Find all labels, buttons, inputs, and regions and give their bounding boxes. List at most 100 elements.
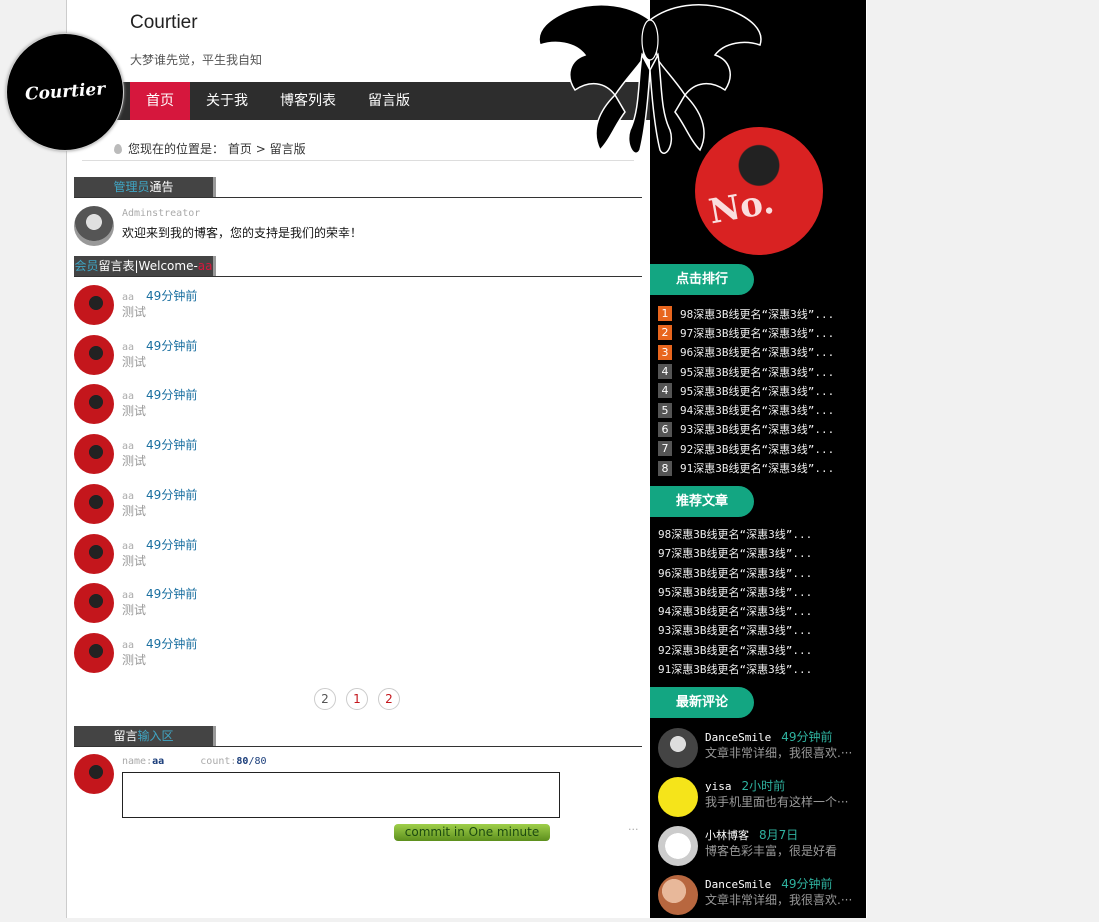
comment-time: 49分钟前 <box>781 730 833 744</box>
nav-item-guestbook[interactable]: 留言版 <box>352 82 426 120</box>
message-meta: aa 49分钟前 <box>122 337 197 354</box>
page-button[interactable]: 2 <box>378 688 400 710</box>
submit-button[interactable]: commit in One minute <box>394 824 550 841</box>
rank-number: 3 <box>658 344 672 360</box>
breadcrumb-home[interactable]: 首页 <box>228 142 252 156</box>
commenter-line: DanceSmile 49分钟前 <box>705 728 833 745</box>
admin-section-header: 管理员通告 <box>74 177 642 198</box>
recommended-item[interactable]: 95深惠3B线更名“深惠3线”... <box>658 583 858 602</box>
commenter-avatar <box>658 875 698 915</box>
logo-text: Courtier <box>24 79 106 105</box>
commenter-name: DanceSmile <box>705 878 772 891</box>
rank-number: 5 <box>658 402 672 418</box>
comment-item[interactable]: DanceSmile 49分钟前文章非常详细，我很喜欢.··· <box>658 873 866 922</box>
nav-item-about[interactable]: 关于我 <box>190 82 264 120</box>
name-label: name: <box>122 756 153 767</box>
rank-item[interactable]: 8 91深惠3B线更名“深惠3线”... <box>658 458 858 477</box>
current-user-avatar <box>74 754 114 794</box>
message-text: 测试 <box>122 404 147 419</box>
site-logo[interactable]: Courtier <box>6 33 124 151</box>
rank-item[interactable]: 3 96深惠3B线更名“深惠3线”... <box>658 343 858 362</box>
message-time: 49分钟前 <box>146 537 198 552</box>
message-item: aa 49分钟前 测试 <box>74 434 634 476</box>
message-text: 测试 <box>122 454 147 469</box>
user-avatar[interactable] <box>74 483 114 524</box>
message-item: aa 49分钟前 测试 <box>74 384 634 426</box>
message-user: aa <box>122 292 135 303</box>
comment-item[interactable]: yisa 2小时前 我手机里面也有这样一个··· <box>658 775 866 824</box>
breadcrumb: 您现在的位置是： 首页 > 留言版 <box>114 140 306 157</box>
user-avatar[interactable] <box>74 434 114 475</box>
rank-title: 95深惠3B线更名“深惠3线”... <box>680 384 835 398</box>
message-meta: aa 49分钟前 <box>122 536 197 553</box>
recommended-item[interactable]: 93深惠3B线更名“深惠3线”... <box>658 621 858 640</box>
rank-item[interactable]: 7 92深惠3B线更名“深惠3线”... <box>658 439 858 458</box>
comment-item[interactable]: 小林博客 8月7日 博客色彩丰富，很是好看 <box>658 824 866 873</box>
nav-item-blog-list[interactable]: 博客列表 <box>264 82 352 120</box>
rank-number: 6 <box>658 421 672 437</box>
count-value: 80 <box>236 756 249 767</box>
comment-item[interactable]: DanceSmile 49分钟前 文章非常详细，我很喜欢.··· <box>658 726 866 775</box>
breadcrumb-separator: > <box>255 142 266 156</box>
user-avatar[interactable] <box>74 384 114 425</box>
commenter-line: DanceSmile 49分钟前 <box>705 875 833 892</box>
message-user: aa <box>122 540 135 552</box>
recommended-header: 推荐文章 <box>650 486 754 517</box>
rank-list: 1 98深惠3B线更名“深惠3线”... 2 97深惠3B线更名“深惠3线”... 3 9… <box>658 304 858 478</box>
commenter-avatar <box>658 826 698 866</box>
rank-item[interactable]: 1 98深惠3B线更名“深惠3线”... <box>658 304 858 323</box>
rank-item[interactable]: 2 97深惠3B线更名“深惠3线”... <box>658 323 858 342</box>
commenter-avatar <box>658 728 698 768</box>
recommended-item[interactable]: 96深惠3B线更名“深惠3线”... <box>658 564 858 583</box>
message-textarea[interactable] <box>122 772 560 818</box>
site-title[interactable]: Courtier <box>130 12 198 34</box>
admin-author: Adminstreator <box>122 208 201 219</box>
member-title-highlight: 会员 <box>74 259 99 273</box>
page-button[interactable]: 2 <box>314 688 336 710</box>
rank-title: 95深惠3B线更名“深惠3线”... <box>680 365 835 379</box>
user-avatar[interactable] <box>74 533 114 574</box>
rank-item[interactable]: 4 95深惠3B线更名“深惠3线”... <box>658 362 858 381</box>
message-item: aa 49分钟前 测试 <box>74 632 634 675</box>
message-user: aa <box>122 341 135 353</box>
message-time: 49分钟前 <box>146 289 198 303</box>
user-avatar[interactable] <box>74 334 114 375</box>
breadcrumb-prefix: 您现在的位置是： <box>128 142 225 156</box>
comment-time: 49分钟前 <box>781 877 833 891</box>
member-title-user: aa <box>197 259 213 273</box>
message-item: aa 49分钟前 测试 <box>74 583 634 625</box>
admin-title-rest: 通告 <box>149 180 174 194</box>
user-avatar[interactable] <box>74 632 114 673</box>
user-avatar[interactable] <box>74 583 114 624</box>
recommended-item[interactable]: 97深惠3B线更名“深惠3线”... <box>658 544 858 563</box>
input-title-rest: 留言 <box>113 729 138 743</box>
message-time: 49分钟前 <box>146 338 198 353</box>
message-time: 49分钟前 <box>146 636 198 651</box>
avatar-art: No. <box>706 181 777 233</box>
recommended-item[interactable]: 91深惠3B线更名“深惠3线”... <box>658 660 858 679</box>
user-avatar[interactable] <box>74 285 114 325</box>
comments-header: 最新评论 <box>650 687 754 718</box>
member-title-rest: 留言表|Welcome- <box>98 259 198 273</box>
comment-time: 2小时前 <box>741 779 786 793</box>
recommended-item[interactable]: 98深惠3B线更名“深惠3线”... <box>658 525 858 544</box>
rank-item[interactable]: 5 94深惠3B线更名“深惠3线”... <box>658 400 858 419</box>
page-button[interactable]: 1 <box>346 688 368 710</box>
recommended-item[interactable]: 94深惠3B线更名“深惠3线”... <box>658 602 858 621</box>
comment-text: 文章非常详细，我很喜欢.··· <box>705 893 853 907</box>
rank-number: 8 <box>658 460 672 476</box>
rank-item[interactable]: 4 95深惠3B线更名“深惠3线”... <box>658 381 858 400</box>
recommended-list: 98深惠3B线更名“深惠3线”... 97深惠3B线更名“深惠3线”... 96深惠… <box>658 525 858 679</box>
message-meta: aa 49分钟前 <box>122 585 197 602</box>
admin-title-highlight: 管理员 <box>113 180 150 194</box>
rank-title: 93深惠3B线更名“深惠3线”... <box>680 423 835 437</box>
message-text: 测试 <box>122 553 147 568</box>
nav-item-home[interactable]: 首页 <box>130 82 190 120</box>
rank-title: 91深惠3B线更名“深惠3线”... <box>680 462 835 476</box>
message-meta: aa 49分钟前 <box>122 436 197 453</box>
message-text: 测试 <box>122 503 147 518</box>
rank-title: 96深惠3B线更名“深惠3线”... <box>680 346 835 360</box>
recommended-item[interactable]: 92深惠3B线更名“深惠3线”... <box>658 641 858 660</box>
message-time: 49分钟前 <box>146 438 198 453</box>
rank-item[interactable]: 6 93深惠3B线更名“深惠3线”... <box>658 420 858 439</box>
